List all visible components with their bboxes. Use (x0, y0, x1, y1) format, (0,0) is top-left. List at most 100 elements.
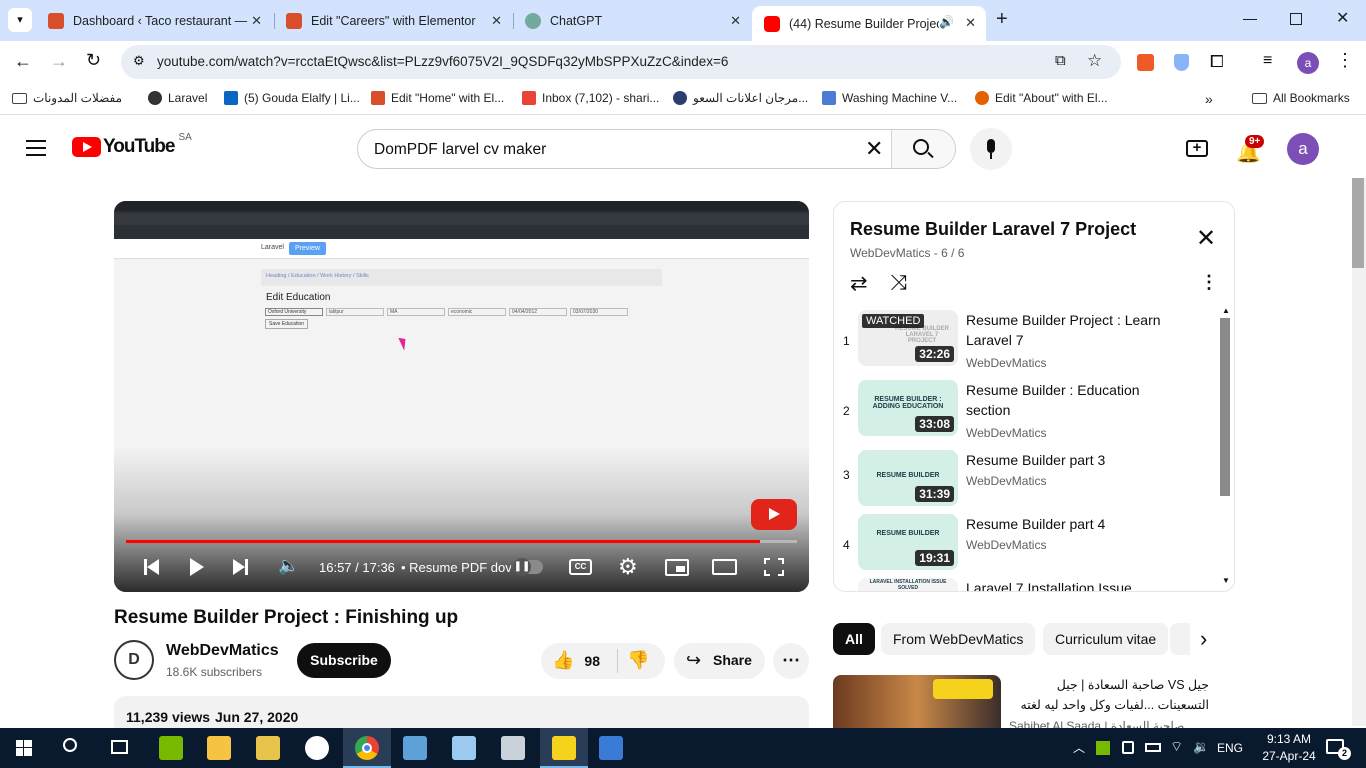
more-actions-button[interactable]: ⋯ (773, 643, 809, 679)
tab-youtube-active[interactable]: (44) Resume Builder Project 🔊 ✕ (752, 6, 986, 41)
video-player[interactable]: Laravel Preview Heading / Education / Wo… (114, 201, 809, 592)
playlist-item[interactable]: 3 RESUME BUILDER 31:39 Resume Builder pa… (834, 450, 1220, 516)
chip-all[interactable]: All (833, 623, 875, 655)
tray-overflow-icon[interactable]: ︿ (1073, 739, 1085, 756)
voice-search-button[interactable] (970, 128, 1012, 170)
tab-search-button[interactable]: ▾ (8, 8, 32, 32)
search-input[interactable]: DomPDF larvel cv maker (374, 141, 546, 159)
clock-app-icon[interactable] (305, 736, 329, 760)
close-tab-icon[interactable]: ✕ (730, 13, 741, 29)
back-icon[interactable]: ← (14, 51, 32, 72)
hamburger-menu-icon[interactable] (26, 140, 46, 156)
playlist-title[interactable]: Resume Builder Laravel 7 Project (850, 219, 1136, 240)
video-thumbnail[interactable]: RESUME BUILDER LARAVEL 7 PROJECT WATCHED… (858, 310, 958, 366)
playlist-item-title[interactable]: Resume Builder : Education section (966, 380, 1186, 420)
create-video-icon[interactable]: + (1186, 140, 1208, 157)
clock-time[interactable]: 9:13 AM (1258, 732, 1320, 746)
playlist-menu-icon[interactable]: ⋮ (1200, 272, 1218, 293)
playlist-scrollbar[interactable]: ▲ ▼ (1220, 306, 1232, 585)
close-tab-icon[interactable]: ✕ (251, 13, 262, 29)
clock-date[interactable]: 27-Apr-24 (1258, 749, 1320, 763)
playlist-item[interactable]: 1 RESUME BUILDER LARAVEL 7 PROJECT WATCH… (834, 310, 1220, 376)
bookmark-inbox[interactable]: Inbox (7,102) - shari... (522, 91, 659, 105)
close-window-button[interactable]: ✕ (1336, 8, 1349, 28)
chapter-title[interactable]: • Resume PDF dov (401, 560, 511, 575)
wifi-icon[interactable]: ⌔ (1170, 738, 1183, 756)
video-thumbnail[interactable]: RESUME BUILDER 31:39 (858, 450, 958, 506)
previous-icon[interactable] (144, 558, 160, 576)
channel-avatar[interactable]: D (114, 640, 154, 680)
playlist-scrollbar-thumb[interactable] (1220, 318, 1230, 496)
chips-next-icon[interactable]: › (1200, 626, 1207, 652)
bookmark-edit-home[interactable]: Edit "Home" with El... (371, 91, 504, 105)
youtube-watermark-icon[interactable] (751, 499, 797, 530)
theater-mode-icon[interactable] (712, 559, 737, 575)
playlist-item[interactable]: 2 RESUME BUILDER : ADDING EDUCATION 33:0… (834, 380, 1220, 446)
app-icon[interactable] (599, 736, 623, 760)
miniplayer-icon[interactable] (665, 559, 689, 576)
video-thumbnail[interactable]: LARAVEL INSTALLATION ISSUE SOLVED (858, 578, 958, 591)
tray-icon[interactable] (1122, 741, 1134, 754)
reload-icon[interactable]: ↻ (86, 50, 101, 71)
close-tab-icon[interactable]: ✕ (965, 15, 976, 31)
tab-careers[interactable]: Edit "Careers" with Elementor ✕ (274, 6, 512, 35)
recommended-title[interactable]: جيل VS صاحبة السعادة | جيل التسعينات ...… (1009, 675, 1209, 715)
like-button[interactable]: 👍 98 (552, 650, 600, 671)
autoplay-toggle[interactable]: ❚❚ (513, 558, 543, 576)
file-explorer-icon[interactable] (207, 736, 231, 760)
captions-icon[interactable]: CC (569, 559, 592, 575)
playlist-item-title[interactable]: Resume Builder Project : Learn Laravel 7 (966, 310, 1186, 350)
close-tab-icon[interactable]: ✕ (491, 13, 502, 29)
progress-bar[interactable] (126, 540, 797, 543)
youtube-logo[interactable]: YouTube SA (72, 132, 192, 158)
browser-menu-icon[interactable]: ⋮ (1336, 50, 1354, 71)
bookmark-linkedin[interactable]: (5) Gouda Elalfy | Li... (224, 91, 360, 105)
new-tab-button[interactable]: + (996, 8, 1008, 31)
settings-gear-icon[interactable]: ⚙ (618, 554, 638, 580)
media-control-icon[interactable]: ≡ (1263, 52, 1272, 70)
app-icon[interactable] (403, 736, 427, 760)
bookmark-morgan[interactable]: مرجان اعلانات السعو... (673, 91, 808, 105)
playlist-item-title[interactable]: Laravel 7 Installation Issue (966, 578, 1186, 591)
app-icon[interactable] (501, 736, 525, 760)
play-icon[interactable] (190, 558, 204, 576)
playlist-item-title[interactable]: Resume Builder part 3 (966, 450, 1186, 470)
bookmark-folder-blogs[interactable]: مفضلات المدونات (12, 91, 122, 105)
restore-button[interactable] (1290, 13, 1302, 25)
shield-icon[interactable] (1174, 54, 1189, 71)
page-scrollbar[interactable] (1352, 122, 1366, 726)
thumbs-down-icon[interactable]: 👎 (627, 650, 649, 671)
volume-tray-icon[interactable]: 🔉 (1193, 739, 1209, 755)
profile-avatar[interactable]: a (1297, 52, 1319, 74)
speaker-icon[interactable]: 🔊 (939, 15, 954, 29)
windows-start-icon[interactable] (16, 740, 32, 756)
bookmark-laravel[interactable]: Laravel (148, 91, 207, 105)
extension-icon[interactable] (1137, 54, 1154, 71)
language-indicator[interactable]: ENG (1217, 741, 1243, 755)
playlist-item-title[interactable]: Resume Builder part 4 (966, 514, 1186, 534)
taskbar-search-icon[interactable] (63, 738, 77, 752)
search-button[interactable] (891, 130, 955, 168)
search-box[interactable]: DomPDF larvel cv maker ✕ (357, 129, 956, 169)
chip-from-channel[interactable]: From WebDevMatics (881, 623, 1036, 655)
minimize-button[interactable] (1243, 10, 1257, 24)
video-frame[interactable] (114, 201, 809, 592)
playlist-item[interactable]: 4 RESUME BUILDER 19:31 Resume Builder pa… (834, 514, 1220, 580)
next-icon[interactable] (233, 558, 249, 576)
tab-dashboard[interactable]: Dashboard ‹ Taco restaurant — ✕ (36, 6, 272, 35)
url-text[interactable]: youtube.com/watch?v=rcctaEtQwsc&list=PLz… (157, 54, 728, 69)
volume-icon[interactable]: 🔈 (278, 556, 299, 576)
video-thumbnail[interactable]: RESUME BUILDER : ADDING EDUCATION 33:08 (858, 380, 958, 436)
tray-app-icon[interactable] (1096, 741, 1110, 755)
channel-name[interactable]: WebDevMatics (166, 642, 279, 660)
account-avatar[interactable]: a (1287, 133, 1319, 165)
site-info-icon[interactable]: ⚙ (133, 53, 145, 69)
battery-icon[interactable] (1145, 743, 1161, 752)
chip-curriculum-vitae[interactable]: Curriculum vitae (1043, 623, 1169, 655)
all-bookmarks[interactable]: All Bookmarks (1252, 91, 1350, 105)
app-icon[interactable] (452, 736, 476, 760)
active-app-button[interactable] (540, 728, 588, 768)
bookmark-edit-about[interactable]: Edit "About" with El... (975, 91, 1108, 105)
bookmark-star-icon[interactable]: ☆ (1087, 51, 1102, 71)
open-in-app-icon[interactable]: ⧉ (1055, 52, 1066, 69)
